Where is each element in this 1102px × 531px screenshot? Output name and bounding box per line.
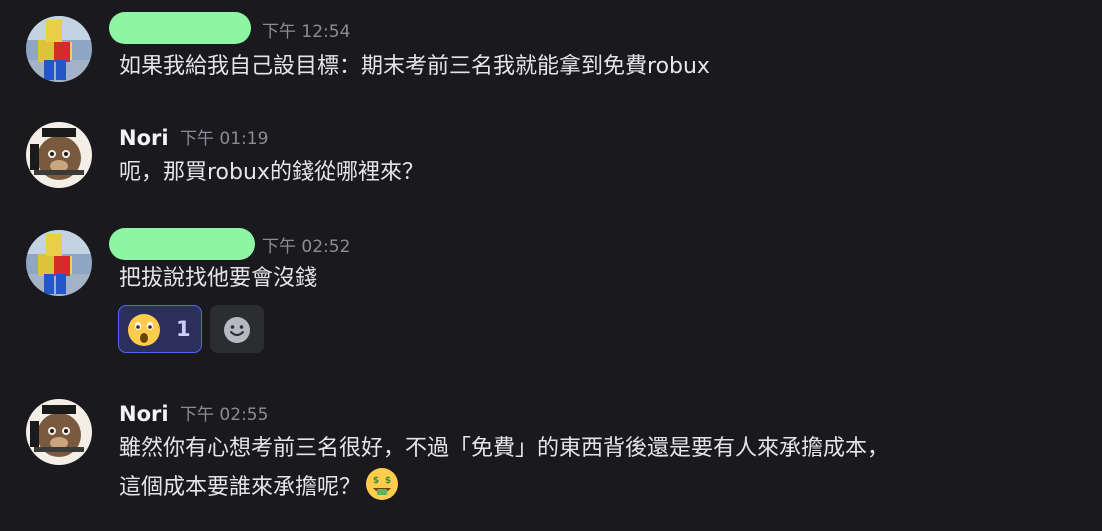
reaction-astonished[interactable]: 1 — [118, 305, 202, 353]
message-text: 這個成本要誰來承擔呢？ — [119, 475, 362, 500]
user-avatar-roblox[interactable] — [26, 230, 92, 296]
message-text: 把拔說找他要會沒錢 — [119, 266, 318, 291]
user-avatar-nori[interactable] — [26, 399, 92, 465]
money-mouth-face-icon: $ $ — [365, 467, 399, 514]
reaction-count: 1 — [176, 317, 191, 341]
message-text-line-2: 這個成本要誰來承擔呢？ $ $ — [119, 467, 399, 514]
smile-icon — [222, 315, 252, 349]
message-timestamp: 下午 01:19 — [180, 129, 269, 149]
message-timestamp: 下午 12:54 — [262, 22, 351, 42]
author-name-redacted — [109, 228, 255, 260]
message-timestamp: 下午 02:55 — [180, 405, 269, 425]
author-name-redacted — [109, 12, 251, 44]
svg-text:$: $ — [385, 476, 391, 486]
astonished-face-icon — [127, 313, 161, 351]
user-avatar-roblox[interactable] — [26, 16, 92, 82]
add-reaction-button[interactable] — [210, 305, 264, 353]
chat-log: 下午 12:54 如果我給我自己設目標：期末考前三名我就能拿到免費robux N… — [0, 0, 1102, 531]
svg-text:$: $ — [373, 476, 379, 486]
user-avatar-nori[interactable] — [26, 122, 92, 188]
message-text: 如果我給我自己設目標：期末考前三名我就能拿到免費robux — [119, 54, 710, 79]
message-text: 呃，那買robux的錢從哪裡來？ — [119, 160, 424, 185]
message-text: 雖然你有心想考前三名很好，不過「免費」的東西背後還是要有人來承擔成本， — [119, 436, 890, 461]
author-name[interactable]: Nori — [119, 401, 169, 427]
message-timestamp: 下午 02:52 — [262, 237, 351, 257]
author-name[interactable]: Nori — [119, 125, 169, 151]
